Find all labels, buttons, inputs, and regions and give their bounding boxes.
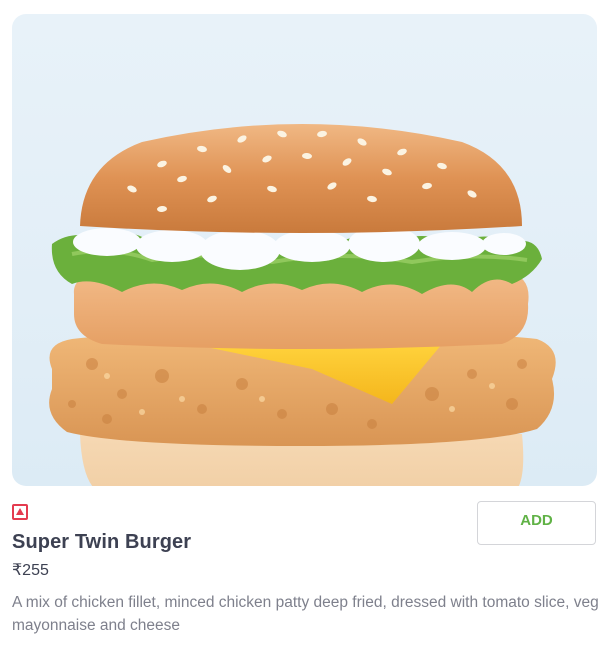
item-title: Super Twin Burger (12, 531, 192, 553)
triangle-icon (16, 508, 24, 515)
top-bun (80, 124, 522, 233)
item-price: ₹255 (12, 562, 49, 579)
non-veg-indicator-icon (12, 504, 28, 520)
burger-illustration (49, 124, 556, 486)
item-image[interactable] (12, 14, 597, 486)
add-button[interactable]: ADD (477, 501, 596, 545)
item-description: A mix of chicken fillet, minced chicken … (12, 594, 599, 634)
menu-item-card: Super Twin Burger ₹255 A mix of chicken … (0, 0, 610, 660)
